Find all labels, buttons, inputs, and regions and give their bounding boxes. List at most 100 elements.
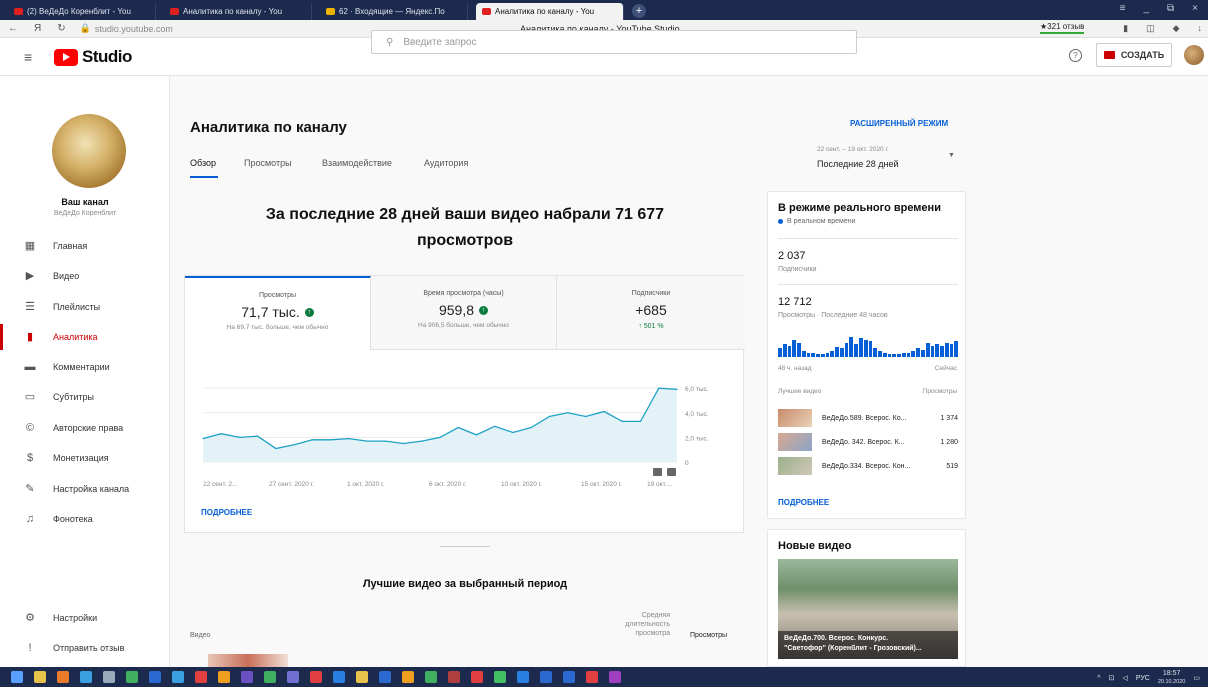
sidebar-item-dashboard[interactable]: ▦ Главная [0,231,170,261]
url-field[interactable]: 🔒 studio.youtube.com [80,23,173,34]
realtime-bar[interactable] [787,345,792,357]
sidebar-item-copyright[interactable]: © Авторские права [0,413,170,443]
app-icon[interactable] [379,671,391,683]
realtime-bar[interactable] [816,354,820,357]
channel-avatar[interactable] [52,114,126,188]
data-point[interactable] [366,440,368,442]
data-point[interactable] [238,436,241,438]
realtime-bar[interactable] [863,339,868,357]
data-point[interactable] [421,440,423,442]
data-point[interactable] [530,426,532,429]
app-icon[interactable] [333,671,345,683]
realtime-bar[interactable] [944,342,949,357]
data-point[interactable] [494,425,496,427]
realtime-bar[interactable] [911,351,916,357]
realtime-bar[interactable] [849,337,854,357]
data-point[interactable] [348,438,350,440]
realtime-bar[interactable] [820,354,825,357]
column-header-views[interactable]: Просмотры [690,632,727,639]
account-avatar[interactable] [1184,45,1204,65]
realtime-bar[interactable] [868,341,873,357]
period-select[interactable]: Последние 28 дней [817,159,899,169]
data-point[interactable] [603,410,605,413]
bookmark-icon[interactable]: ▮ [1123,23,1128,34]
start-icon[interactable] [11,671,23,683]
data-point[interactable] [220,433,222,435]
app-icon[interactable] [287,671,299,683]
list-item[interactable]: ВеДеДо.334. Всерос. Кон... 519 [778,456,958,476]
app-icon[interactable] [356,671,368,683]
realtime-bar[interactable] [920,349,925,357]
data-point[interactable] [311,439,313,441]
data-point[interactable] [567,412,569,414]
app-icon[interactable] [126,671,138,683]
data-point[interactable] [512,431,514,434]
new-tab-button[interactable]: + [632,4,646,18]
data-point[interactable] [293,444,295,446]
data-point[interactable] [330,439,332,441]
extension-icon[interactable]: ◫ [1146,23,1155,34]
app-icon[interactable] [517,671,529,683]
app-icon[interactable] [195,671,207,683]
data-point[interactable] [676,388,678,390]
chart-toggle-button[interactable] [667,468,676,476]
whatsapp-icon[interactable] [494,671,506,683]
app-icon[interactable] [172,671,184,683]
app-icon[interactable] [241,671,253,683]
stat-watch-time[interactable]: Время просмотра (часы) 959,8 ↑ На 906,5 б… [371,276,557,350]
browser-tab[interactable]: 62 · Входящие — Яндекс.По [320,3,468,20]
realtime-bar[interactable] [906,352,911,357]
realtime-bar[interactable] [801,351,806,357]
sidebar-item-subtitles[interactable]: ▭ Субтитры [0,382,170,412]
realtime-bar[interactable] [782,344,787,357]
sidebar-item-comments[interactable]: ▬ Комментарии [0,352,170,382]
data-point[interactable] [402,442,405,445]
browser-menu-icon[interactable]: ≡ [1120,3,1126,14]
browser-tab[interactable]: (2) ВеДеДо Коренблит - You [8,3,156,20]
hamburger-menu-icon[interactable]: ≡ [24,49,32,65]
create-button[interactable]: СОЗДАТЬ [1096,43,1172,67]
data-point[interactable] [548,415,550,418]
data-point[interactable] [439,436,441,438]
stat-views[interactable]: Просмотры 71,7 тыс. ↑ На 69,7 тыс. больше… [185,276,371,350]
tab-overview[interactable]: Обзор [190,158,216,168]
file-explorer-icon[interactable] [34,671,46,683]
realtime-bar[interactable] [887,354,892,357]
reload-icon[interactable]: ↻ [57,23,65,34]
data-point[interactable] [275,447,277,450]
data-point[interactable] [639,420,642,422]
data-point[interactable] [658,387,660,389]
see-more-link[interactable]: ПОДРОБНЕЕ [201,508,252,517]
realtime-bar[interactable] [916,348,920,357]
realtime-see-more-link[interactable]: ПОДРОБНЕЕ [778,498,829,507]
realtime-bar[interactable] [811,352,816,357]
data-point[interactable] [457,426,459,429]
search-input[interactable]: ⚲ Введите запрос [371,30,857,54]
sidebar-item-settings[interactable]: ⚙ Настройки [0,603,170,633]
realtime-bar[interactable] [897,354,901,357]
realtime-bar[interactable] [901,352,906,357]
realtime-bar[interactable] [859,338,863,357]
mail-icon[interactable] [149,671,161,683]
app-icon[interactable] [609,671,621,683]
data-point[interactable] [621,420,623,422]
language-indicator[interactable]: РУС [1136,675,1150,682]
tab-engagement[interactable]: Взаимодействие [322,158,392,168]
close-icon[interactable]: × [1192,3,1198,14]
realtime-bar[interactable] [878,351,882,357]
app-icon[interactable] [264,671,276,683]
studio-logo[interactable]: Studio [54,47,132,67]
realtime-bar[interactable] [873,348,878,357]
word-icon[interactable] [563,671,575,683]
app-icon[interactable] [103,671,115,683]
column-header-avg-duration[interactable]: Средняя длительность просмотра [600,611,670,638]
tab-views[interactable]: Просмотры [244,158,292,168]
sidebar-item-videos[interactable]: ▶ Видео [0,261,170,291]
download-icon[interactable]: ↓ [1198,23,1203,34]
browser-icon[interactable] [80,671,92,683]
realtime-bar[interactable] [935,344,940,357]
realtime-bar[interactable] [839,348,844,357]
sidebar-item-feedback[interactable]: ! Отправить отзыв [0,633,170,663]
vpn-icon[interactable]: ◆ [1173,23,1180,34]
restore-icon[interactable]: ⧉ [1167,3,1174,14]
